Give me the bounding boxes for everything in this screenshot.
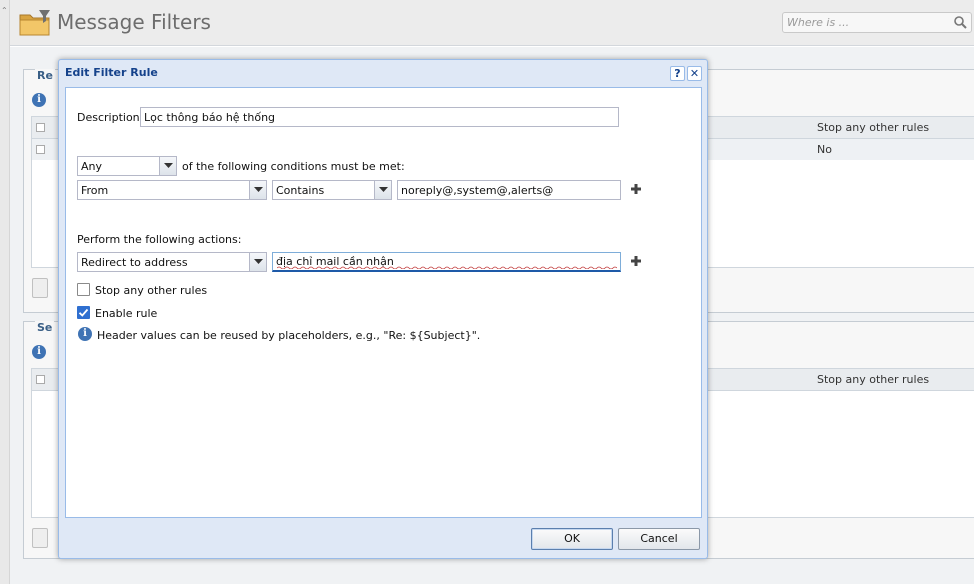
action-type-value: Redirect to address	[81, 256, 188, 269]
chevron-down-icon[interactable]	[249, 253, 266, 271]
search-input[interactable]	[783, 13, 943, 32]
add-condition-plus-icon[interactable]	[631, 184, 641, 194]
ok-button[interactable]: OK	[531, 528, 613, 550]
row-checkbox[interactable]	[36, 145, 45, 154]
enable-rule-label[interactable]: Enable rule	[95, 307, 157, 320]
condition-field-select[interactable]: From	[77, 180, 267, 200]
panel-button[interactable]	[32, 528, 48, 548]
select-all-checkbox[interactable]	[36, 375, 45, 384]
stop-rules-checkbox[interactable]	[77, 283, 90, 296]
chevron-down-icon[interactable]	[159, 157, 176, 175]
description-input[interactable]	[140, 107, 619, 127]
match-mode-value: Any	[81, 160, 103, 173]
select-all-checkbox[interactable]	[36, 123, 45, 132]
spellcheck-underline	[277, 266, 617, 269]
placeholder-hint: Header values can be reused by placehold…	[97, 329, 481, 342]
info-icon: i	[32, 93, 46, 107]
cancel-button[interactable]: Cancel	[618, 528, 700, 550]
app-header: Message Filters	[10, 0, 974, 46]
info-icon: i	[78, 327, 92, 341]
condition-operator-value: Contains	[276, 184, 325, 197]
add-action-plus-icon[interactable]	[631, 256, 641, 266]
dialog-body: Description: Any of the following condit…	[65, 87, 702, 518]
condition-value-input[interactable]	[397, 180, 621, 200]
action-type-select[interactable]: Redirect to address	[77, 252, 267, 272]
enable-rule-checkbox[interactable]	[77, 306, 90, 319]
folder-filter-icon	[19, 10, 50, 36]
action-value-field[interactable]: địa chỉ mail cần nhận	[272, 252, 621, 272]
stop-rules-label[interactable]: Stop any other rules	[95, 284, 207, 297]
left-scroll-strip: ⌃	[0, 0, 10, 584]
row-stop-rules-value: No	[817, 143, 832, 156]
page-title: Message Filters	[57, 10, 211, 34]
conditions-label: of the following conditions must be met:	[182, 160, 405, 173]
search-box[interactable]	[782, 12, 972, 33]
actions-label: Perform the following actions:	[77, 233, 242, 246]
second-panel-legend: Se	[35, 321, 55, 334]
chevron-down-icon[interactable]	[249, 181, 266, 199]
close-button[interactable]: ✕	[687, 66, 702, 81]
description-label: Description:	[77, 111, 144, 124]
chevron-down-icon[interactable]	[374, 181, 391, 199]
info-icon: i	[32, 345, 46, 359]
condition-field-value: From	[81, 184, 109, 197]
chevron-up-icon[interactable]: ⌃	[1, 6, 8, 15]
edit-filter-rule-dialog: Edit Filter Rule ? ✕ Description: Any of…	[58, 59, 708, 559]
column-header-stop-rules[interactable]: Stop any other rules	[817, 373, 929, 386]
search-icon[interactable]	[953, 15, 968, 30]
help-button[interactable]: ?	[670, 66, 685, 81]
condition-operator-select[interactable]: Contains	[272, 180, 392, 200]
column-header-stop-rules[interactable]: Stop any other rules	[817, 121, 929, 134]
panel-button[interactable]	[32, 278, 48, 298]
dialog-header[interactable]: Edit Filter Rule ? ✕	[59, 60, 707, 86]
dialog-title: Edit Filter Rule	[65, 66, 158, 79]
rules-panel-legend: Re	[35, 69, 55, 82]
match-mode-select[interactable]: Any	[77, 156, 177, 176]
checkmark-icon	[78, 308, 89, 317]
